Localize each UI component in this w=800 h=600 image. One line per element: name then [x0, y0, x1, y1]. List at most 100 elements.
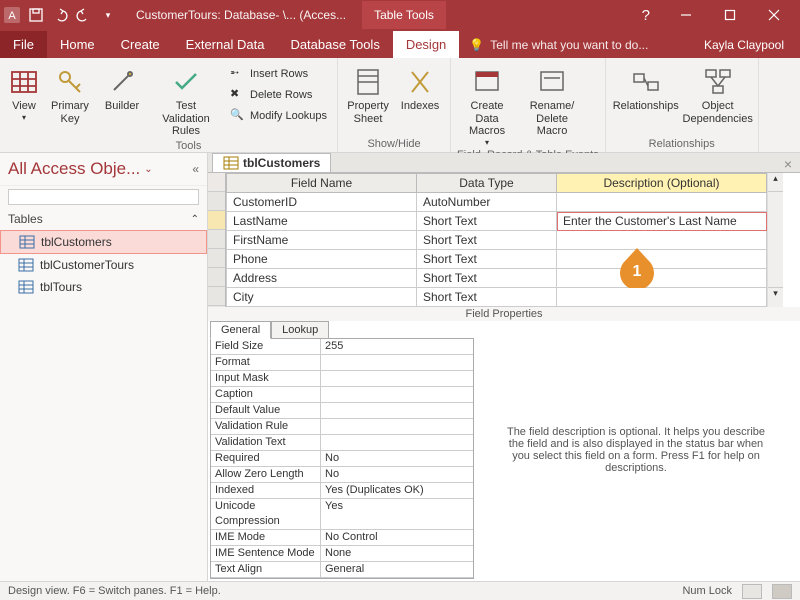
tab-design[interactable]: Design [393, 31, 459, 58]
navigation-pane: All Access Obje... ⌄ « Tables⌃ tblCustom… [0, 153, 208, 581]
dropdown-icon[interactable]: ⌄ [144, 164, 152, 175]
window-title: CustomerTours: Database- \... (Acces... [136, 8, 346, 22]
property-row[interactable]: IME Sentence ModeNone [211, 546, 473, 562]
lookup-icon: 🔍 [230, 108, 246, 124]
rename-delete-macro-button[interactable]: Rename/ Delete Macro [521, 64, 583, 140]
table-icon [19, 235, 35, 249]
group-showhide-label: Show/Hide [344, 138, 444, 152]
group-relationships-label: Relationships [612, 138, 752, 152]
relationships-button[interactable]: Relationships [612, 64, 680, 115]
insert-row-icon: ➵ [230, 66, 246, 82]
nav-item-tbltours[interactable]: tblTours [0, 276, 207, 298]
delete-row-icon: ✖ [230, 87, 246, 103]
callout-marker-1: 1 [620, 248, 654, 288]
property-row[interactable]: Allow Zero LengthNo [211, 467, 473, 483]
vertical-scrollbar[interactable]: ▴▾ [767, 173, 783, 307]
property-row[interactable]: RequiredNo [211, 451, 473, 467]
col-description[interactable]: Description (Optional) [557, 174, 767, 193]
table-icon [18, 258, 34, 272]
fp-tab-general[interactable]: General [210, 321, 271, 339]
property-row[interactable]: Format [211, 355, 473, 371]
primary-key-button[interactable]: Primary Key [46, 64, 94, 127]
key-icon [54, 66, 86, 98]
wand-icon [106, 66, 138, 98]
indexes-icon [404, 66, 436, 98]
object-dependencies-button[interactable]: Object Dependencies [684, 64, 752, 127]
qat-customize-icon[interactable]: ▾ [100, 7, 116, 23]
field-row[interactable]: PhoneShort Text [227, 250, 767, 269]
col-data-type[interactable]: Data Type [417, 174, 557, 193]
check-icon [170, 66, 202, 98]
field-row[interactable]: CityShort Text [227, 288, 767, 307]
table-icon [18, 280, 34, 294]
status-text: Design view. F6 = Switch panes. F1 = Hel… [8, 585, 221, 597]
nav-category-tables[interactable]: Tables⌃ [0, 208, 207, 230]
property-sheet-button[interactable]: Property Sheet [344, 64, 392, 127]
doc-tab-tblcustomers[interactable]: tblCustomers [212, 153, 331, 172]
field-property-grid[interactable]: Field Size255FormatInput MaskCaptionDefa… [210, 338, 474, 579]
field-properties-pane: General Lookup Field Size255FormatInput … [208, 321, 800, 581]
modify-lookups-button[interactable]: 🔍Modify Lookups [226, 106, 331, 126]
property-row[interactable]: Caption [211, 387, 473, 403]
property-row[interactable]: Input Mask [211, 371, 473, 387]
property-row[interactable]: Validation Rule [211, 419, 473, 435]
create-data-macros-button[interactable]: Create Data Macros▾ [457, 64, 517, 149]
property-row[interactable]: Text AlignGeneral [211, 562, 473, 578]
test-validation-button[interactable]: Test Validation Rules [150, 64, 222, 140]
design-grid[interactable]: Field NameData TypeDescription (Optional… [208, 173, 800, 307]
field-grid[interactable]: Field NameData TypeDescription (Optional… [226, 173, 767, 307]
grid-icon [8, 66, 40, 98]
property-row[interactable]: Validation Text [211, 435, 473, 451]
tab-external-data[interactable]: External Data [173, 31, 278, 58]
save-icon[interactable] [28, 7, 44, 23]
nav-search-input[interactable] [8, 189, 199, 205]
rename-macro-icon [536, 66, 568, 98]
status-bar: Design view. F6 = Switch panes. F1 = Hel… [0, 581, 800, 600]
ribbon-tabs: File Home Create External Data Database … [0, 30, 800, 58]
insert-rows-button[interactable]: ➵Insert Rows [226, 64, 331, 84]
field-row[interactable]: LastNameShort TextEnter the Customer's L… [227, 212, 767, 231]
property-row[interactable]: IME ModeNo Control [211, 530, 473, 546]
nav-header[interactable]: All Access Obje... ⌄ « [0, 153, 207, 186]
nav-item-tblcustomers[interactable]: tblCustomers [0, 230, 207, 254]
tab-create[interactable]: Create [108, 31, 173, 58]
field-row[interactable]: FirstNameShort Text [227, 231, 767, 250]
design-view-button[interactable] [772, 584, 792, 599]
redo-icon[interactable] [76, 7, 92, 23]
group-tools-label: Tools [46, 140, 331, 154]
tab-home[interactable]: Home [47, 31, 108, 58]
fp-tab-lookup[interactable]: Lookup [271, 321, 329, 339]
contextual-tab-label: Table Tools [362, 1, 446, 29]
ribbon: View▾ Primary Key Builder Test Validatio… [0, 58, 800, 153]
lightbulb-icon: 💡 [469, 38, 484, 52]
close-tab-button[interactable]: × [776, 156, 800, 172]
builder-button[interactable]: Builder [98, 64, 146, 115]
tell-me-search[interactable]: 💡Tell me what you want to do... [459, 32, 658, 58]
field-row[interactable]: AddressShort Text [227, 269, 767, 288]
col-field-name[interactable]: Field Name [227, 174, 417, 193]
undo-icon[interactable] [52, 7, 68, 23]
maximize-button[interactable] [708, 0, 752, 30]
tab-file[interactable]: File [0, 31, 47, 58]
property-row[interactable]: IndexedYes (Duplicates OK) [211, 483, 473, 499]
user-name[interactable]: Kayla Claypool [688, 32, 800, 58]
datasheet-view-button[interactable] [742, 584, 762, 599]
app-icon: A [4, 7, 20, 23]
view-button[interactable]: View▾ [6, 64, 42, 124]
indexes-button[interactable]: Indexes [396, 64, 444, 115]
delete-rows-button[interactable]: ✖Delete Rows [226, 85, 331, 105]
collapse-icon: ⌃ [191, 214, 199, 225]
help-icon[interactable]: ? [628, 7, 664, 24]
property-row[interactable]: Default Value [211, 403, 473, 419]
nav-item-tblcustomertours[interactable]: tblCustomerTours [0, 254, 207, 276]
property-sheet-icon [352, 66, 384, 98]
row-selectors[interactable] [208, 173, 226, 307]
property-row[interactable]: Field Size255 [211, 339, 473, 355]
close-button[interactable] [752, 0, 796, 30]
minimize-button[interactable] [664, 0, 708, 30]
tab-database-tools[interactable]: Database Tools [277, 31, 392, 58]
property-row[interactable]: Unicode CompressionYes [211, 499, 473, 530]
field-row[interactable]: CustomerIDAutoNumber [227, 193, 767, 212]
collapse-nav-icon[interactable]: « [192, 162, 199, 176]
field-property-help: The field description is optional. It he… [474, 321, 798, 579]
